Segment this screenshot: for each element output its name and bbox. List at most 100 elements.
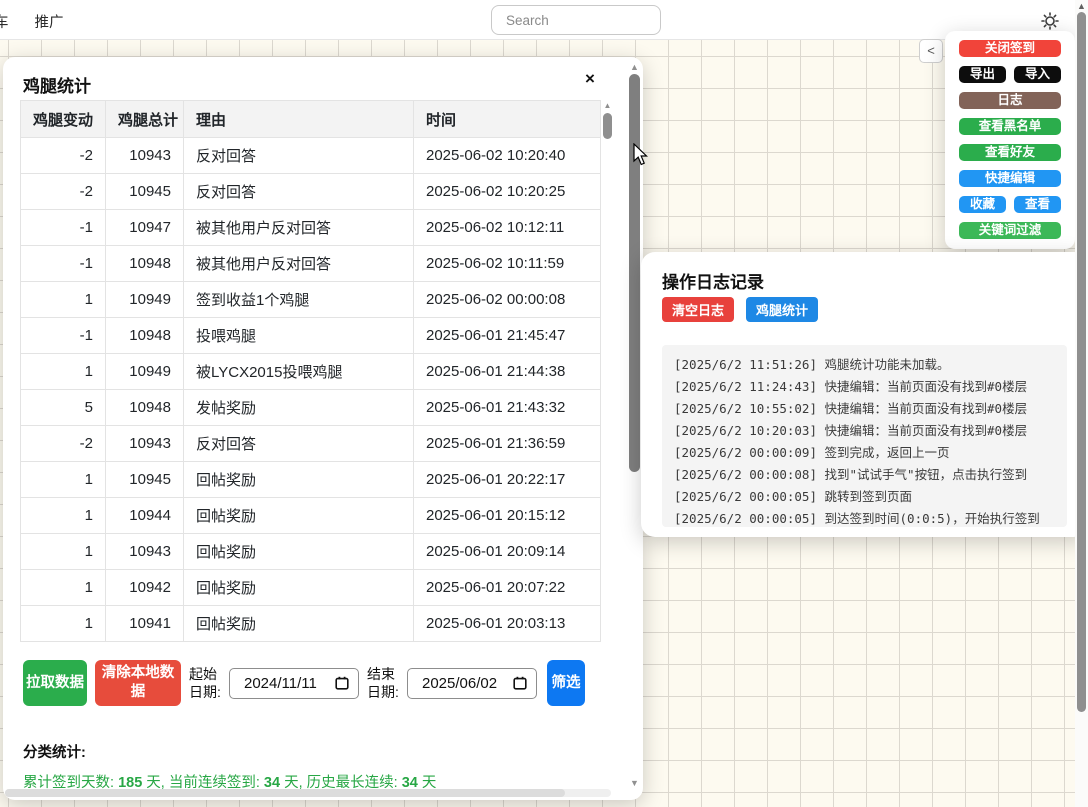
nav-item-promo[interactable]: 推广: [35, 11, 64, 32]
cell-change: 1: [21, 282, 106, 318]
cell-reason: 反对回答: [184, 426, 414, 462]
pull-data-button[interactable]: 拉取数据: [23, 660, 87, 706]
scroll-down-icon[interactable]: ▼: [627, 778, 642, 788]
header-time: 时间: [414, 101, 601, 138]
table-row: 110945回帖奖励2025-06-01 20:22:17: [21, 462, 601, 498]
cell-change: 1: [21, 462, 106, 498]
close-icon[interactable]: ×: [579, 68, 601, 90]
cell-reason: 回帖奖励: [184, 498, 414, 534]
cell-reason: 被其他用户反对回答: [184, 246, 414, 282]
table-scrollbar[interactable]: ▲: [602, 101, 613, 654]
cell-total: 10941: [106, 606, 184, 642]
table-scrollbar-thumb[interactable]: [603, 113, 612, 139]
header-change: 鸡腿变动: [21, 101, 106, 138]
table-scroll-up-icon[interactable]: ▲: [602, 101, 613, 111]
cell-change: 1: [21, 606, 106, 642]
search-box[interactable]: [491, 5, 661, 35]
cell-change: -1: [21, 318, 106, 354]
clear-log-button[interactable]: 清空日志: [662, 297, 734, 322]
stats-panel-scrollbar-thumb[interactable]: [629, 74, 640, 472]
log-entry: [2025/6/2 10:20:03] 快捷编辑：当前页面没有找到#0楼层: [674, 420, 1055, 442]
table-row: -210943反对回答2025-06-02 10:20:40: [21, 138, 601, 174]
horizontal-scrollbar-thumb[interactable]: [5, 789, 565, 797]
cell-change: 5: [21, 390, 106, 426]
stats-table-zone: 鸡腿变动 鸡腿总计 理由 时间 -210943反对回答2025-06-02 10…: [20, 100, 612, 642]
export-button[interactable]: 导出: [959, 66, 1006, 83]
stats-panel-horizontal-scrollbar[interactable]: [5, 789, 611, 797]
stats-table: 鸡腿变动 鸡腿总计 理由 时间 -210943反对回答2025-06-02 10…: [20, 100, 601, 642]
quick-edit-button[interactable]: 快捷编辑: [959, 170, 1061, 187]
cell-total: 10943: [106, 426, 184, 462]
start-date-input[interactable]: 2024/11/11: [229, 668, 359, 699]
cell-total: 10948: [106, 390, 184, 426]
calendar-icon[interactable]: [335, 676, 349, 690]
cell-total: 10949: [106, 282, 184, 318]
table-header-row: 鸡腿变动 鸡腿总计 理由 时间: [21, 101, 601, 138]
view-blacklist-button[interactable]: 查看黑名单: [959, 118, 1061, 135]
settings-gear-icon[interactable]: [1038, 8, 1062, 32]
table-row: -110948投喂鸡腿2025-06-01 21:45:47: [21, 318, 601, 354]
cell-time: 2025-06-01 21:36:59: [414, 426, 601, 462]
chicken-stats-button[interactable]: 鸡腿统计: [746, 297, 818, 322]
cell-time: 2025-06-01 20:15:12: [414, 498, 601, 534]
page-scroll-up-icon[interactable]: ▲: [1075, 1, 1088, 11]
table-row: 110949签到收益1个鸡腿2025-06-02 00:00:08: [21, 282, 601, 318]
clear-local-data-button[interactable]: 清除本地数据: [95, 660, 181, 706]
close-signin-button[interactable]: 关闭签到: [959, 40, 1061, 57]
search-input[interactable]: [506, 13, 683, 28]
log-entry: [2025/6/2 11:24:43] 快捷编辑：当前页面没有找到#0楼层: [674, 376, 1055, 398]
stats-panel-title: 鸡腿统计: [23, 72, 91, 97]
sidebar-button-panel: 关闭签到 导出 导入 日志 查看黑名单 查看好友 快捷编辑 收藏 查看 关键词过…: [945, 31, 1075, 249]
cell-total: 10944: [106, 498, 184, 534]
calendar-icon[interactable]: [513, 676, 527, 690]
cell-reason: 回帖奖励: [184, 606, 414, 642]
view-friends-button[interactable]: 查看好友: [959, 144, 1061, 161]
header-total: 鸡腿总计: [106, 101, 184, 138]
end-date-input[interactable]: 2025/06/02: [407, 668, 537, 699]
table-row: 110942回帖奖励2025-06-01 20:07:22: [21, 570, 601, 606]
cell-time: 2025-06-01 21:45:47: [414, 318, 601, 354]
cell-time: 2025-06-02 10:12:11: [414, 210, 601, 246]
cell-time: 2025-06-01 20:03:13: [414, 606, 601, 642]
cell-time: 2025-06-02 10:20:40: [414, 138, 601, 174]
cell-total: 10947: [106, 210, 184, 246]
cell-change: -2: [21, 174, 106, 210]
cell-change: 1: [21, 570, 106, 606]
cell-reason: 反对回答: [184, 138, 414, 174]
keyword-filter-button[interactable]: 关键词过滤: [959, 222, 1061, 239]
cell-change: -2: [21, 138, 106, 174]
nav-item-che[interactable]: 车: [0, 11, 9, 32]
favorite-button[interactable]: 收藏: [959, 196, 1006, 213]
collapse-sidebar-button[interactable]: <: [919, 39, 943, 63]
scroll-up-icon[interactable]: ▲: [627, 62, 642, 72]
log-button[interactable]: 日志: [959, 92, 1061, 109]
cell-time: 2025-06-01 20:07:22: [414, 570, 601, 606]
log-panel-title: 操作日志记录: [662, 268, 764, 293]
page-scrollbar[interactable]: ▲: [1075, 0, 1088, 807]
stats-controls: 拉取数据 清除本地数据 起始日期: 2024/11/11 结束日期: 2025/…: [23, 659, 623, 707]
mouse-cursor: [633, 143, 651, 167]
log-entry: [2025/6/2 10:55:02] 快捷编辑：当前页面没有找到#0楼层: [674, 398, 1055, 420]
import-button[interactable]: 导入: [1014, 66, 1061, 83]
cell-total: 10945: [106, 462, 184, 498]
stats-panel-scrollbar[interactable]: ▲ ▼: [627, 60, 642, 790]
table-row: 110943回帖奖励2025-06-01 20:09:14: [21, 534, 601, 570]
cell-reason: 签到收益1个鸡腿: [184, 282, 414, 318]
table-row: 510948发帖奖励2025-06-01 21:43:32: [21, 390, 601, 426]
view-button[interactable]: 查看: [1014, 196, 1061, 213]
cell-time: 2025-06-02 00:00:08: [414, 282, 601, 318]
cell-time: 2025-06-02 10:11:59: [414, 246, 601, 282]
chicken-leg-stats-panel: 鸡腿统计 × 鸡腿变动 鸡腿总计 理由 时间 -210943反对回答2025-0…: [3, 57, 643, 800]
cell-total: 10942: [106, 570, 184, 606]
cell-reason: 被其他用户反对回答: [184, 210, 414, 246]
cell-change: -1: [21, 210, 106, 246]
cell-total: 10945: [106, 174, 184, 210]
cell-total: 10948: [106, 318, 184, 354]
page: 车 推广 鸡腿统计 ×: [0, 0, 1088, 807]
cell-change: -1: [21, 246, 106, 282]
cell-reason: 反对回答: [184, 174, 414, 210]
operation-log-panel: 操作日志记录 清空日志 鸡腿统计 [2025/6/2 11:51:26] 鸡腿统…: [641, 252, 1088, 537]
filter-button[interactable]: 筛选: [547, 660, 585, 706]
page-scrollbar-thumb[interactable]: [1077, 12, 1086, 712]
cell-time: 2025-06-01 21:44:38: [414, 354, 601, 390]
